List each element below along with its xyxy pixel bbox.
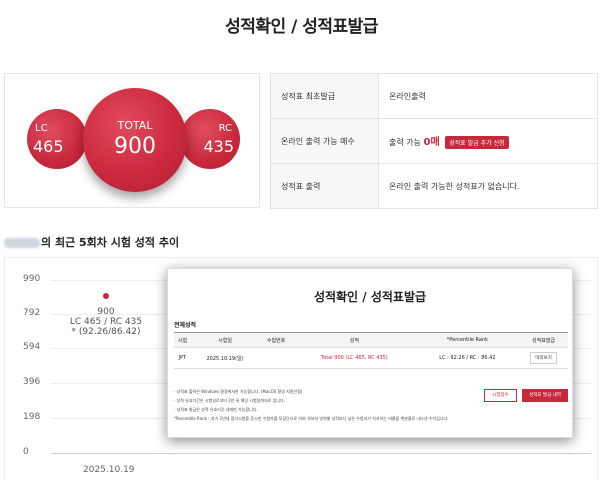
score-cell: Total 900 (LC 465, RC 435) — [293, 347, 416, 369]
reg-no-cell — [259, 347, 294, 369]
table-header-row: 시험 시험일 수험번호 성적 *Percentile Rank 성적표발급 — [174, 332, 568, 348]
print-count-value: 0매 — [423, 137, 440, 148]
section-title: 전체성적 — [174, 322, 197, 329]
percentile-cell: LC : 92.26 / RC : 86.42 — [415, 347, 520, 369]
score-report-popup: 성적확인 / 성적표발급 전체성적 시험 시험일 수험번호 성적 *Percen… — [167, 268, 573, 438]
lc-label: LC — [35, 123, 48, 134]
popup-title: 성적확인 / 성적표발급 — [313, 290, 427, 304]
exam-receipt-button[interactable]: 시험접수 — [484, 389, 517, 402]
date-cell: 2025.10.19(일) — [190, 347, 260, 369]
first-issue-label: 성적표 최초발급 — [270, 73, 379, 119]
point-score: 900 — [97, 307, 115, 317]
lc-score-circle: LC 465 — [27, 109, 87, 169]
note-item: · 성적표 출력은 Windows 환경에서만 가능합니다. (MacOS 환경… — [174, 389, 303, 394]
table-row: JPT 2025.10.19(일) Total 900 (LC 465, RC … — [174, 347, 568, 369]
point-percentile: * (92.26/86.42) — [71, 327, 141, 337]
column-header: *Percentile Rank — [415, 332, 520, 348]
print-value: 온라인 출력 가능한 성적표가 없습니다. — [378, 163, 598, 209]
lc-score: 465 — [33, 137, 64, 156]
table-row: 성적표 최초발급 온라인출력 — [270, 73, 598, 119]
column-header: 성적 — [293, 332, 416, 348]
trend-title-text: 의 최근 5회차 시험 성적 추이 — [41, 236, 180, 249]
page-title: 성적확인 / 성적표발급 — [225, 17, 378, 37]
notes: · 성적표 출력은 Windows 환경에서만 가능합니다. (MacOS 환경… — [174, 387, 474, 423]
y-tick-label: 990 — [23, 274, 41, 284]
note-item: · 성적 유효기간은 시험일로부터 2년 뒤 해당 시험일까지로 입니다. — [174, 398, 285, 403]
score-summary-panel: LC 465 TOTAL 900 RC 435 — [4, 73, 260, 208]
rc-score-circle: RC 435 — [180, 109, 240, 169]
print-count-cell: 출력 가능 0매 성적표 발급 추가 신청 — [378, 118, 598, 164]
y-tick-label: 594 — [23, 342, 41, 352]
point-label: 900 LC 465 / RC 435 * (92.26/86.42) — [67, 307, 145, 337]
y-tick-label: 792 — [23, 308, 41, 318]
total-score-circle: TOTAL 900 — [83, 88, 187, 192]
issue-history-button[interactable]: 성적표 발급 내역 — [522, 389, 568, 402]
x-tick-label: 2025.10.19 — [83, 465, 135, 475]
score-table: 시험 시험일 수험번호 성적 *Percentile Rank 성적표발급 JP… — [174, 332, 568, 369]
exam-cell: JPT — [174, 347, 191, 369]
trend-title: 의 최근 5회차 시험 성적 추이 — [4, 234, 179, 250]
request-additional-issue-button[interactable]: 성적표 발급 추가 신청 — [445, 136, 509, 149]
total-score: 900 — [114, 134, 156, 159]
column-header: 수험번호 — [259, 332, 294, 348]
issue-info-table: 성적표 최초발급 온라인출력 온라인 출력 가능 매수 출력 가능 0매 성적표… — [270, 73, 598, 209]
preview-button[interactable]: 미리보기 — [530, 352, 557, 364]
column-header: 시험 — [174, 332, 191, 348]
column-header: 성적표발급 — [519, 332, 568, 348]
column-header: 시험일 — [190, 332, 260, 348]
rc-score: 435 — [203, 137, 234, 156]
print-count-label: 온라인 출력 가능 매수 — [270, 118, 379, 164]
y-tick-label: 396 — [23, 377, 41, 387]
total-label: TOTAL — [117, 119, 153, 132]
y-tick-label: 198 — [23, 412, 41, 422]
point-detail: LC 465 / RC 435 — [69, 317, 143, 327]
rc-label: RC — [218, 123, 232, 134]
first-issue-value: 온라인출력 — [378, 73, 598, 119]
print-count-prefix: 출력 가능 — [389, 138, 421, 147]
table-row: 온라인 출력 가능 매수 출력 가능 0매 성적표 발급 추가 신청 — [270, 118, 598, 164]
table-row: 성적표 출력 온라인 출력 가능한 성적표가 없습니다. — [270, 163, 598, 209]
blurred-username — [4, 238, 40, 248]
x-axis-line — [51, 453, 591, 454]
y-tick-label: 0 — [23, 447, 29, 457]
data-point[interactable] — [103, 292, 109, 299]
note-item: · 성적표 발급은 성적 유효기간 내에만 가능합니다. — [174, 407, 258, 412]
print-label: 성적표 출력 — [270, 163, 379, 209]
action-cell: 미리보기 — [519, 347, 568, 369]
note-item: *Percentile Rank : 과거 2년내 정기시험을 응시한 수험자를… — [174, 416, 449, 421]
